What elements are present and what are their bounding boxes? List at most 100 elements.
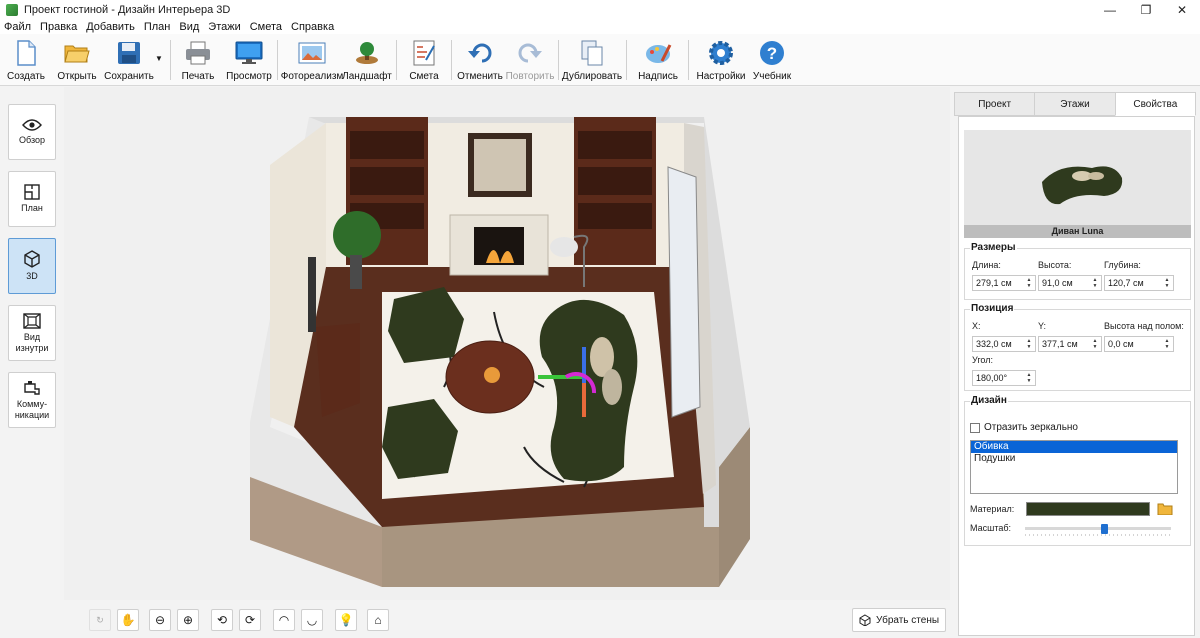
lighting-button[interactable]: 💡 [335, 609, 357, 631]
parts-list[interactable]: Обивка Подушки [970, 440, 1178, 494]
undo-button[interactable]: Отменить [457, 36, 503, 84]
3d-view-button[interactable]: 3D [8, 238, 56, 294]
save-dropdown-arrow-icon[interactable]: ▼ [155, 54, 163, 63]
checkbox-box [970, 422, 980, 433]
floor-plan-icon [24, 184, 40, 200]
menu-bar: Файл Правка Добавить План Вид Этажи Смет… [0, 20, 1200, 34]
redo-button[interactable]: Повторить [506, 36, 554, 84]
menu-estimate[interactable]: Смета [250, 21, 282, 33]
checklist-icon [410, 39, 438, 67]
toolbar-separator [396, 40, 397, 80]
menu-edit[interactable]: Правка [40, 21, 77, 33]
list-item[interactable]: Подушки [971, 453, 1177, 465]
design-title: Дизайн [970, 395, 1008, 406]
angle-field[interactable]: 180,00° ▲ ▼ [972, 370, 1036, 386]
mirror-checkbox[interactable]: Отразить зеркально [970, 422, 1078, 433]
duplicate-button[interactable]: Дублировать [562, 36, 622, 84]
sizes-title: Размеры [970, 242, 1017, 253]
tilt-down-button[interactable]: ◡ [301, 609, 323, 631]
settings-button[interactable]: Настройки [696, 36, 746, 84]
pan-button[interactable]: ✋ [117, 609, 139, 631]
properties-panel: Проект Этажи Свойства Диван Luna Размеры… [951, 87, 1200, 638]
menu-plan[interactable]: План [144, 21, 171, 33]
close-button[interactable]: ✕ [1164, 0, 1200, 20]
tutorial-button[interactable]: ? Учебник [752, 36, 792, 84]
material-label: Материал: [970, 504, 1015, 514]
utilities-view-button[interactable]: Комму-никации [8, 372, 56, 428]
panel-tabs: Проект Этажи Свойства [954, 92, 1196, 116]
inside-view-button[interactable]: Вид изнутри [8, 305, 56, 361]
zoom-in-button[interactable]: ⊕ [177, 609, 199, 631]
save-button[interactable]: Сохранить [104, 36, 154, 84]
brush-palette-icon [644, 39, 672, 67]
menu-view[interactable]: Вид [179, 21, 199, 33]
caption-button[interactable]: Надпись [638, 36, 678, 84]
overview-view-button[interactable]: Обзор [8, 104, 56, 160]
light-bulb-icon: 💡 [338, 613, 354, 627]
height-label: Высота: [1038, 260, 1072, 270]
tilt-up-icon: ◠ [278, 613, 290, 627]
menu-help[interactable]: Справка [291, 21, 334, 33]
camera-controls: ↻ ✋ ⊖ ⊕ ⟲ ⟳ ◠ ◡ 💡 ⌂ Убрать стены [64, 600, 950, 638]
3d-viewport[interactable] [64, 87, 950, 600]
folder-icon[interactable] [1157, 502, 1173, 518]
material-swatch[interactable] [1026, 502, 1150, 516]
undo-arrow-icon [466, 39, 494, 67]
tab-properties[interactable]: Свойства [1114, 92, 1196, 116]
floppy-disk-icon [115, 39, 143, 67]
design-group: Дизайн Отразить зеркально Обивка Подушки… [964, 395, 1191, 546]
zoom-out-icon: ⊖ [154, 613, 166, 627]
preview-button[interactable]: Просмотр [226, 36, 272, 84]
toolbar-separator [170, 40, 171, 80]
orbit-left-button[interactable]: ⟲ [211, 609, 233, 631]
x-field[interactable]: 332,0 см ▲ ▼ [972, 336, 1036, 352]
elevation-label: Высота над полом: [1104, 321, 1184, 331]
maximize-button[interactable]: ❐ [1128, 0, 1164, 20]
toolbar-separator [688, 40, 689, 80]
toolbar-separator [451, 40, 452, 80]
zoom-out-button[interactable]: ⊖ [149, 609, 171, 631]
eye-icon [22, 119, 42, 131]
app-icon [6, 4, 18, 16]
rotate-360-button[interactable]: ↻ [89, 609, 111, 631]
depth-field[interactable]: 120,7 см ▲ ▼ [1104, 275, 1174, 291]
x-label: X: [972, 321, 981, 331]
estimate-button[interactable]: Смета [405, 36, 443, 84]
menu-file[interactable]: Файл [4, 21, 31, 33]
create-button[interactable]: Создать [6, 36, 46, 84]
rotate-360-icon: ↻ [96, 614, 104, 625]
elevation-field[interactable]: 0,0 см ▲ ▼ [1104, 336, 1174, 352]
menu-floors[interactable]: Этажи [208, 21, 240, 33]
photo-icon [298, 39, 326, 67]
landscape-button[interactable]: Ландшафт [342, 36, 392, 84]
home-icon: ⌂ [374, 613, 382, 627]
angle-label: Угол: [972, 355, 993, 365]
list-item[interactable]: Обивка [971, 441, 1177, 453]
home-view-button[interactable]: ⌂ [367, 609, 389, 631]
orbit-right-button[interactable]: ⟳ [239, 609, 261, 631]
tilt-up-button[interactable]: ◠ [273, 609, 295, 631]
open-button[interactable]: Открыть [56, 36, 98, 84]
tab-floors[interactable]: Этажи [1034, 92, 1116, 116]
print-button[interactable]: Печать [178, 36, 218, 84]
room-3d-scene [250, 117, 750, 587]
remove-walls-button[interactable]: Убрать стены [852, 608, 946, 632]
photorealism-button[interactable]: Фотореализм [281, 36, 343, 84]
length-field[interactable]: 279,1 см ▲ ▼ [972, 275, 1036, 291]
minimize-button[interactable]: — [1092, 0, 1128, 20]
room-interior-icon [23, 312, 41, 329]
height-field[interactable]: 91,0 см ▲ ▼ [1038, 275, 1102, 291]
position-group: Позиция X: 332,0 см ▲ ▼ Y: 377,1 см ▲ ▼ Высо… [964, 303, 1191, 391]
hand-icon: ✋ [120, 613, 136, 627]
toolbar-separator [277, 40, 278, 80]
length-label: Длина: [972, 260, 1001, 270]
gear-icon [707, 39, 735, 67]
plan-view-button[interactable]: План [8, 171, 56, 227]
scale-slider[interactable] [1025, 524, 1171, 538]
y-field[interactable]: 377,1 см ▲ ▼ [1038, 336, 1102, 352]
object-preview: Диван Luna [964, 130, 1191, 238]
tab-project[interactable]: Проект [954, 92, 1036, 116]
menu-add[interactable]: Добавить [86, 21, 135, 33]
tv-panel [308, 257, 316, 332]
sofa-thumbnail [1042, 166, 1123, 205]
